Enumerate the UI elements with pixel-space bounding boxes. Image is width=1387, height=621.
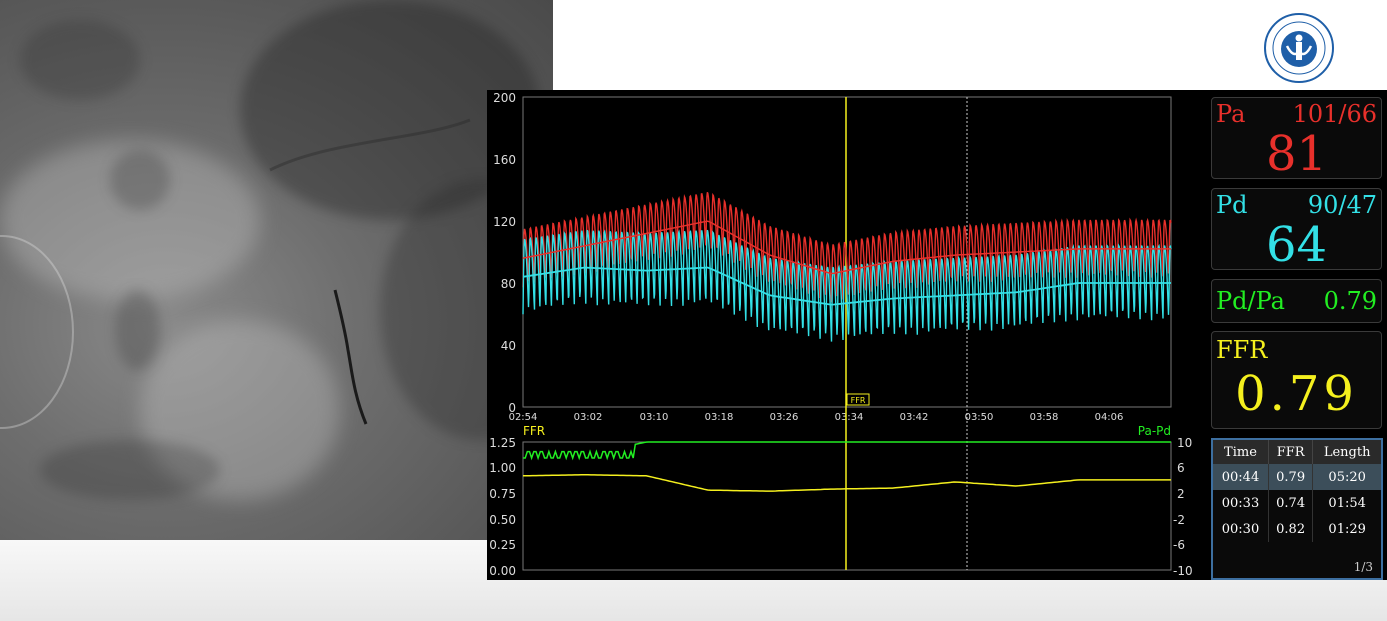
ffr-tick-000: 0.00: [489, 564, 516, 578]
ffr-label: FFR: [1216, 336, 1268, 364]
cell-length: 01:54: [1328, 495, 1366, 511]
y-tick-80: 80: [501, 277, 516, 291]
col-header-ffr: FFR: [1268, 440, 1314, 464]
cell-time: 00:30: [1213, 516, 1269, 542]
col-header-time: Time: [1213, 440, 1269, 464]
x-tick-0302: 03:02: [574, 412, 603, 423]
papd-tick-neg6: -6: [1173, 538, 1185, 552]
ffr-results-table: Time FFR Length 00:44 0.79 05:20 00:33 0…: [1211, 438, 1383, 580]
hospital-logo: [1264, 13, 1334, 83]
table-row[interactable]: 00:44 0.79 05:20: [1213, 464, 1381, 490]
y-tick-40: 40: [501, 339, 516, 353]
ffr-tick-125: 1.25: [489, 436, 516, 450]
pdpa-panel: Pd/Pa 0.79: [1211, 279, 1382, 323]
cell-ffr: 0.79: [1268, 464, 1314, 490]
cell-time: 00:44: [1213, 464, 1269, 490]
angiography-image: [0, 0, 553, 540]
table-page-indicator[interactable]: 1/3: [1354, 560, 1373, 574]
x-tick-0406: 04:06: [1095, 412, 1124, 423]
pd-label: Pd: [1216, 191, 1248, 219]
ffr-axis-label: FFR: [523, 424, 545, 438]
table-row[interactable]: 00:33 0.74 01:54: [1213, 490, 1381, 516]
papd-tick-neg2: -2: [1173, 513, 1185, 527]
x-tick-0334: 03:34: [835, 412, 864, 423]
cell-length: 01:29: [1328, 521, 1366, 537]
pd-panel: Pd 90/47 64: [1211, 188, 1382, 273]
x-tick-0350: 03:50: [965, 412, 994, 423]
x-tick-0342: 03:42: [900, 412, 929, 423]
ffr-tick-100: 1.00: [489, 461, 516, 475]
cell-length: 05:20: [1312, 464, 1381, 490]
bottom-chart-frame: [522, 441, 1172, 571]
x-tick-0326: 03:26: [770, 412, 799, 423]
papd-tick-2: 2: [1177, 487, 1185, 501]
y-tick-120: 120: [493, 215, 516, 229]
ffr-value: 0.79: [1235, 366, 1358, 422]
papd-tick-10: 10: [1177, 436, 1192, 450]
ffr-marker-label: FFR: [851, 396, 866, 405]
x-tick-0254: 02:54: [509, 412, 538, 423]
y-tick-160: 160: [493, 153, 516, 167]
table-row[interactable]: 00:30 0.82 01:29: [1213, 516, 1381, 542]
pressure-waveforms: [522, 191, 1172, 342]
y-tick-200: 200: [493, 91, 516, 105]
ffr-tick-050: 0.50: [489, 513, 516, 527]
x-tick-0358: 03:58: [1030, 412, 1059, 423]
col-header-length: Length: [1312, 440, 1381, 464]
pdpa-value: 0.79: [1323, 287, 1377, 315]
pressure-charts: 200 160 120 80 40 0 02:54 03:02 03:10 03…: [489, 91, 1193, 578]
table-header-row: Time FFR Length: [1213, 440, 1381, 464]
x-tick-0310: 03:10: [640, 412, 669, 423]
papd-tick-6: 6: [1177, 461, 1185, 475]
cell-ffr: 0.82: [1268, 516, 1314, 542]
ffr-panel: FFR 0.79: [1211, 331, 1382, 429]
cell-time: 00:33: [1213, 490, 1269, 516]
pa-panel: Pa 101/66 81: [1211, 97, 1382, 182]
pa-mean: 81: [1265, 126, 1328, 182]
pa-label: Pa: [1216, 100, 1246, 128]
pd-mean: 64: [1265, 217, 1328, 273]
guidewire-icon: [269, 118, 471, 425]
ffr-tick-075: 0.75: [489, 487, 516, 501]
x-tick-0318: 03:18: [705, 412, 734, 423]
pdpa-label: Pd/Pa: [1216, 287, 1285, 315]
papd-tick-neg10: -10: [1173, 564, 1193, 578]
pa-systolic-diastolic: 101/66: [1292, 100, 1377, 128]
pd-systolic-diastolic: 90/47: [1307, 191, 1377, 219]
trend-lines: [522, 441, 1171, 492]
papd-trend-line: [523, 441, 1171, 461]
ffr-trend-line: [522, 474, 1171, 492]
ffr-tick-025: 0.25: [489, 538, 516, 552]
cell-ffr: 0.74: [1268, 490, 1314, 516]
papd-axis-label: Pa-Pd: [1138, 424, 1171, 438]
